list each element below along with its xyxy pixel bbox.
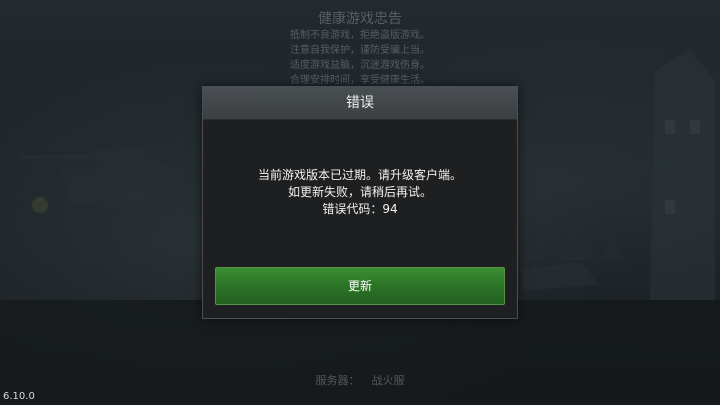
message-line: 当前游戏版本已过期。请升级客户端。 <box>257 168 462 182</box>
health-gaming-notice: 健康游戏忠告 抵制不良游戏，拒绝盗版游戏。 注意自我保护，谨防受骗上当。 适度游… <box>250 10 470 88</box>
error-dialog: 错误 当前游戏版本已过期。请升级客户端。 如更新失败，请稍后再试。 错误代码：9… <box>202 86 518 319</box>
game-launcher-screen: 健康游戏忠告 抵制不良游戏，拒绝盗版游戏。 注意自我保护，谨防受骗上当。 适度游… <box>0 0 720 405</box>
dialog-title: 错误 <box>203 87 517 120</box>
server-label: 服务器： <box>315 374 360 387</box>
version-label: 6.10.0 <box>3 391 35 402</box>
server-info: 服务器： 战火服 <box>250 372 470 388</box>
notice-title: 健康游戏忠告 <box>318 11 402 27</box>
server-name: 战火服 <box>371 374 405 387</box>
notice-line: 适度游戏益脑，沉迷游戏伤身。 <box>290 60 430 71</box>
notice-line: 注意自我保护，谨防受骗上当。 <box>290 45 430 56</box>
notice-line: 抵制不良游戏，拒绝盗版游戏。 <box>290 30 430 41</box>
message-line: 错误代码：94 <box>322 202 398 216</box>
update-button[interactable]: 更新 <box>215 267 505 305</box>
dialog-message: 当前游戏版本已过期。请升级客户端。 如更新失败，请稍后再试。 错误代码：94 <box>203 167 517 218</box>
message-line: 如更新失败，请稍后再试。 <box>287 185 432 199</box>
